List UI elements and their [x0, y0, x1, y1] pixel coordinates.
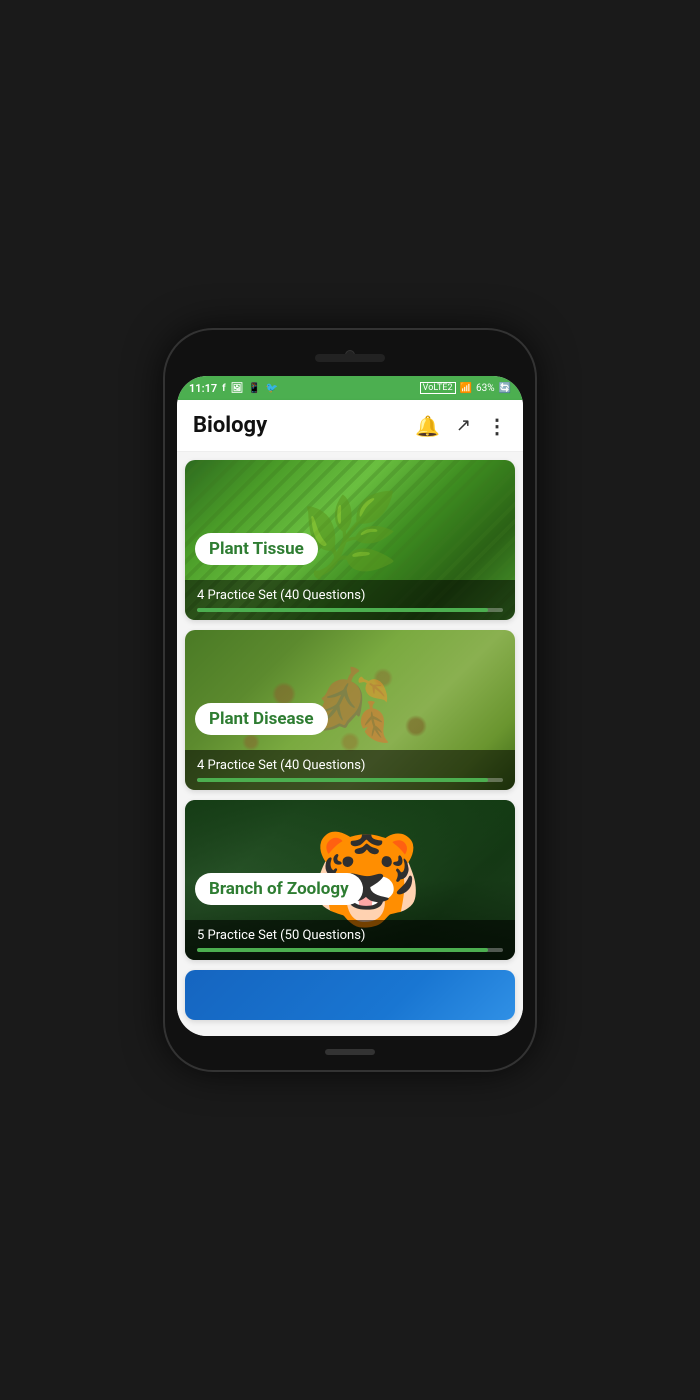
card-title-zoology: Branch of Zoology — [209, 879, 349, 899]
signal-icon: 📶 — [460, 383, 472, 394]
battery-text: 63% — [476, 383, 495, 394]
card-plant-tissue[interactable]: Plant Tissue 4 Practice Set (40 Question… — [185, 460, 515, 620]
twitter-icon: 🐦 — [266, 383, 278, 394]
card-footer-zoology: 5 Practice Set (50 Questions) — [185, 920, 515, 960]
app-actions: 🔔 ↗ ⋮ — [415, 414, 507, 438]
card-image-plant-tissue: Plant Tissue 4 Practice Set (40 Question… — [185, 460, 515, 620]
progress-bar-fill-2 — [197, 778, 488, 782]
sync-icon: 🔄 — [499, 383, 511, 394]
notification-button[interactable]: 🔔 — [415, 414, 440, 438]
progress-bar-container-2 — [197, 778, 503, 782]
phone-screen: 11:17 f 🖼 📱 🐦 VoLTE2 📶 63% 🔄 Biology 🔔 ↗… — [177, 376, 523, 1036]
card-plant-disease[interactable]: Plant Disease 4 Practice Set (40 Questio… — [185, 630, 515, 790]
phone-speaker — [315, 354, 385, 362]
card-subtitle-plant-tissue: 4 Practice Set (40 Questions) — [197, 588, 503, 603]
card-subtitle-plant-disease: 4 Practice Set (40 Questions) — [197, 758, 503, 773]
card-footer-plant-disease: 4 Practice Set (40 Questions) — [185, 750, 515, 790]
app-bar: Biology 🔔 ↗ ⋮ — [177, 400, 523, 452]
whatsapp-icon: 📱 — [248, 383, 260, 394]
volte-indicator: VoLTE2 — [420, 382, 456, 394]
phone-frame: 11:17 f 🖼 📱 🐦 VoLTE2 📶 63% 🔄 Biology 🔔 ↗… — [165, 330, 535, 1070]
status-bar: 11:17 f 🖼 📱 🐦 VoLTE2 📶 63% 🔄 — [177, 376, 523, 400]
fb-icon: f — [222, 383, 226, 394]
app-title: Biology — [193, 413, 267, 438]
card-footer-plant-tissue: 4 Practice Set (40 Questions) — [185, 580, 515, 620]
card-branch-of-zoology[interactable]: Branch of Zoology 5 Practice Set (50 Que… — [185, 800, 515, 960]
status-time: 11:17 f 🖼 📱 🐦 — [189, 382, 278, 395]
card-image-zoology: Branch of Zoology 5 Practice Set (50 Que… — [185, 800, 515, 960]
content-area[interactable]: Plant Tissue 4 Practice Set (40 Question… — [177, 452, 523, 1036]
image-icon: 🖼 — [231, 383, 244, 394]
status-right: VoLTE2 📶 63% 🔄 — [420, 382, 511, 394]
card-image-plant-disease: Plant Disease 4 Practice Set (40 Questio… — [185, 630, 515, 790]
card-title-plant-disease: Plant Disease — [209, 709, 314, 729]
phone-top — [177, 348, 523, 368]
card-title-chip-plant-disease: Plant Disease — [195, 703, 328, 735]
card-subtitle-zoology: 5 Practice Set (50 Questions) — [197, 928, 503, 943]
more-options-button[interactable]: ⋮ — [487, 414, 507, 438]
fourth-card-image — [185, 970, 515, 1020]
home-button[interactable] — [325, 1049, 375, 1055]
card-title-plant-tissue: Plant Tissue — [209, 539, 304, 559]
share-button[interactable]: ↗ — [456, 415, 471, 436]
progress-bar-fill-1 — [197, 608, 488, 612]
progress-bar-fill-3 — [197, 948, 488, 952]
card-title-chip-plant-tissue: Plant Tissue — [195, 533, 318, 565]
time-display: 11:17 — [189, 382, 217, 395]
card-title-chip-zoology: Branch of Zoology — [195, 873, 363, 905]
card-fourth[interactable] — [185, 970, 515, 1020]
progress-bar-container-1 — [197, 608, 503, 612]
phone-bottom — [177, 1042, 523, 1062]
progress-bar-container-3 — [197, 948, 503, 952]
